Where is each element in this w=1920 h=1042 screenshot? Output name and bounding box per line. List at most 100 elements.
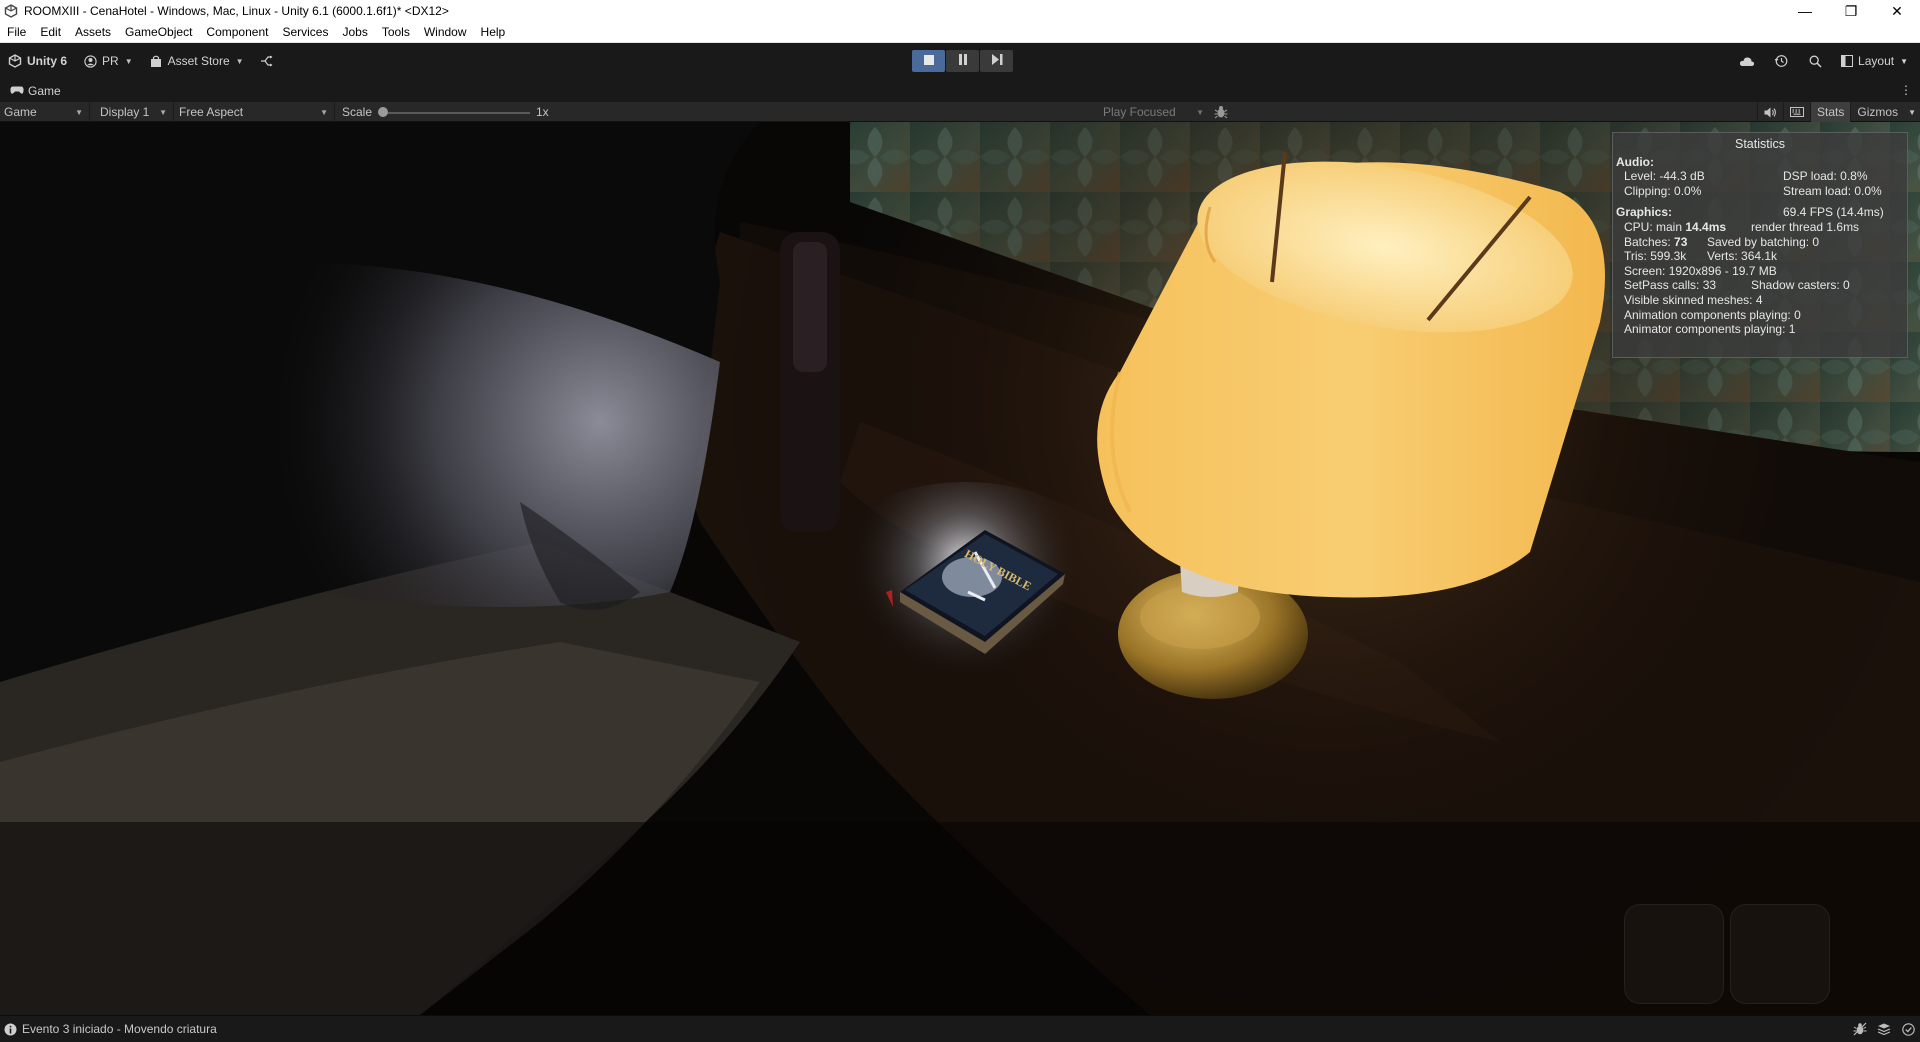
gizmos-toggle[interactable]: Gizmos bbox=[1850, 102, 1904, 122]
skinned-row: Visible skinned meshes: 4 bbox=[1613, 293, 1907, 308]
stats-toggle[interactable]: Stats bbox=[1810, 102, 1851, 122]
clipping: Clipping: 0.0% bbox=[1624, 183, 1702, 198]
view-mode-label: Game bbox=[4, 105, 37, 119]
fps: 69.4 FPS (14.4ms) bbox=[1783, 205, 1884, 220]
window-controls: — ❐ ✕ bbox=[1782, 0, 1920, 22]
layout-dropdown[interactable]: Layout ▼ bbox=[1835, 49, 1914, 73]
history-icon[interactable] bbox=[1767, 49, 1795, 73]
check-circle-icon[interactable] bbox=[1900, 1022, 1916, 1036]
mute-audio-icon[interactable] bbox=[1757, 102, 1783, 122]
menu-help[interactable]: Help bbox=[474, 22, 513, 43]
layout-label: Layout bbox=[1858, 54, 1895, 68]
game-toolbar-right: Stats Gizmos ▼ bbox=[1757, 102, 1920, 122]
window-title: ROOMXIII - CenaHotel - Windows, Mac, Lin… bbox=[24, 4, 449, 18]
animation-components: Animation components playing: 0 bbox=[1624, 307, 1801, 322]
chevron-down-icon: ▼ bbox=[1900, 56, 1908, 66]
cloud-icon[interactable] bbox=[1733, 49, 1761, 73]
shopping-bag-icon bbox=[149, 54, 163, 68]
gamepad-icon bbox=[10, 86, 24, 96]
screen: Screen: 1920x896 - 19.7 MB bbox=[1624, 263, 1777, 278]
play-stop-button[interactable] bbox=[912, 50, 945, 72]
scale-value: 1x bbox=[536, 105, 549, 119]
status-bar: Evento 3 iniciado - Movendo criatura bbox=[0, 1015, 1920, 1042]
step-button[interactable] bbox=[980, 50, 1013, 72]
play-mode-dropdown[interactable]: Play Focused ▼ bbox=[1100, 102, 1210, 122]
unity-app-icon bbox=[4, 4, 18, 18]
window-title-bar: ROOMXIII - CenaHotel - Windows, Mac, Lin… bbox=[0, 0, 1920, 22]
version-control-button[interactable] bbox=[252, 49, 287, 73]
menu-gameobject[interactable]: GameObject bbox=[118, 22, 199, 43]
scale-slider-track[interactable] bbox=[384, 112, 530, 114]
status-bar-icons bbox=[1852, 1022, 1916, 1036]
game-view-toolbar: Game ▼ Display 1 ▼ Free Aspect ▼ Scale 1… bbox=[0, 102, 1920, 122]
chevron-down-icon: ▼ bbox=[159, 107, 167, 117]
unity-account-button[interactable]: Unity 6 bbox=[0, 49, 75, 73]
user-icon bbox=[83, 54, 97, 68]
statistics-panel: Statistics Audio: Level: -44.3 dB DSP lo… bbox=[1612, 132, 1908, 358]
stop-icon bbox=[923, 54, 934, 68]
menu-assets[interactable]: Assets bbox=[68, 22, 118, 43]
visible-skinned-meshes: Visible skinned meshes: 4 bbox=[1624, 292, 1763, 307]
menu-services[interactable]: Services bbox=[275, 22, 335, 43]
tris-row: Tris: 599.3k Verts: 364.1k bbox=[1613, 249, 1907, 264]
menu-bar: File Edit Assets GameObject Component Se… bbox=[0, 22, 1920, 43]
game-tab-bar: Game ⋮ bbox=[0, 79, 1920, 102]
audio-level: Level: -44.3 dB bbox=[1624, 169, 1705, 184]
keyboard-icon[interactable] bbox=[1783, 102, 1810, 122]
aspect-dropdown[interactable]: Free Aspect ▼ bbox=[175, 102, 335, 122]
cpu-main: 14.4ms bbox=[1685, 219, 1727, 234]
shadow-casters: Shadow casters: 0 bbox=[1751, 278, 1850, 293]
cpu-prefix: CPU: main bbox=[1624, 219, 1683, 234]
aspect-label: Free Aspect bbox=[179, 105, 244, 119]
more-options-icon[interactable]: ⋮ bbox=[1900, 83, 1912, 97]
tab-game-label: Game bbox=[28, 83, 61, 98]
chevron-down-icon: ▼ bbox=[75, 107, 83, 117]
pause-button[interactable] bbox=[946, 50, 979, 72]
menu-tools[interactable]: Tools bbox=[375, 22, 417, 43]
chevron-down-icon: ▼ bbox=[1196, 107, 1204, 117]
display-dropdown[interactable]: Display 1 ▼ bbox=[96, 102, 174, 122]
branch-icon bbox=[260, 54, 274, 68]
main-toolbar: Unity 6 PR ▼ Asset Store ▼ Layout ▼ bbox=[0, 43, 1920, 79]
search-icon[interactable] bbox=[1801, 49, 1829, 73]
pause-icon bbox=[958, 54, 968, 68]
setpass-row: SetPass calls: 33 Shadow casters: 0 bbox=[1613, 278, 1907, 293]
chevron-down-icon: ▼ bbox=[235, 56, 244, 66]
menu-component[interactable]: Component bbox=[199, 22, 275, 43]
menu-edit[interactable]: Edit bbox=[33, 22, 68, 43]
step-icon bbox=[991, 54, 1003, 68]
chevron-down-icon[interactable]: ▼ bbox=[1904, 102, 1920, 122]
screen-row: Screen: 1920x896 - 19.7 MB bbox=[1613, 264, 1907, 279]
layout-icon bbox=[1841, 55, 1854, 67]
audio-row-1: Level: -44.3 dB DSP load: 0.8% bbox=[1613, 169, 1907, 184]
account-dropdown[interactable]: PR ▼ bbox=[75, 49, 141, 73]
batches: 73 bbox=[1674, 234, 1688, 249]
bug-icon[interactable] bbox=[1213, 105, 1229, 119]
restore-button[interactable]: ❐ bbox=[1828, 0, 1874, 22]
asset-store-dropdown[interactable]: Asset Store ▼ bbox=[141, 49, 252, 73]
debug-bug-icon[interactable] bbox=[1852, 1022, 1868, 1036]
menu-file[interactable]: File bbox=[0, 22, 33, 43]
menu-jobs[interactable]: Jobs bbox=[335, 22, 374, 43]
statistics-title: Statistics bbox=[1734, 137, 1785, 151]
menu-window[interactable]: Window bbox=[417, 22, 474, 43]
touch-pad-left[interactable] bbox=[1624, 904, 1724, 1004]
display-label: Display 1 bbox=[100, 105, 150, 119]
animator-components: Animator components playing: 1 bbox=[1624, 322, 1796, 337]
graphics-header-row: Graphics: 69.4 FPS (14.4ms) bbox=[1613, 205, 1907, 220]
view-mode-dropdown[interactable]: Game ▼ bbox=[0, 102, 90, 122]
scale-slider-handle[interactable] bbox=[378, 107, 388, 117]
animation-row: Animation components playing: 0 bbox=[1613, 308, 1907, 323]
info-icon bbox=[4, 1023, 17, 1036]
status-message[interactable]: Evento 3 iniciado - Movendo criatura bbox=[22, 1022, 217, 1036]
chevron-down-icon: ▼ bbox=[320, 107, 328, 117]
tab-game[interactable]: Game bbox=[0, 79, 71, 102]
play-controls bbox=[912, 50, 1013, 72]
render-thread: render thread 1.6ms bbox=[1751, 219, 1860, 234]
stack-icon[interactable] bbox=[1876, 1022, 1892, 1036]
graphics-header: Graphics: bbox=[1616, 205, 1673, 220]
minimize-button[interactable]: — bbox=[1782, 0, 1828, 22]
touch-pad-right[interactable] bbox=[1730, 904, 1830, 1004]
close-button[interactable]: ✕ bbox=[1874, 0, 1920, 22]
stream-load: Stream load: 0.0% bbox=[1783, 183, 1882, 198]
